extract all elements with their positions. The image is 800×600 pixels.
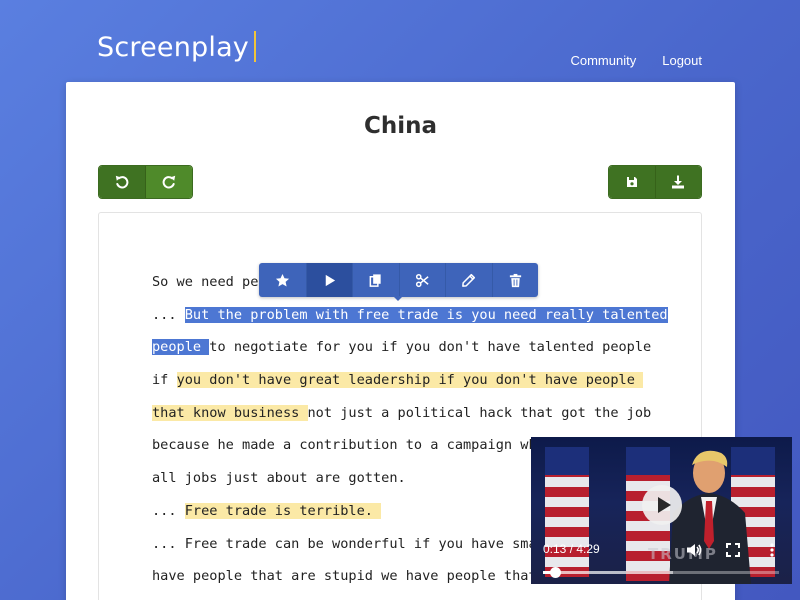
history-button-group <box>98 165 193 199</box>
transcript-segment: because he made a contribution to a camp… <box>152 437 562 454</box>
video-seek-bar[interactable] <box>543 567 779 578</box>
transcript-segment: not just a political hack that got the j… <box>307 404 652 421</box>
edit-button[interactable] <box>445 263 492 297</box>
video-player[interactable]: TRUMP 0:13 / 4:29 <box>531 437 792 584</box>
highlighted-text[interactable]: you don't have great leadership if you d… <box>176 372 644 389</box>
cut-button[interactable] <box>398 263 446 297</box>
transcript-line: if you don't have great leadership if yo… <box>152 364 652 397</box>
star-button[interactable] <box>259 263 306 297</box>
selected-text[interactable]: But the problem with free trade is you n… <box>184 306 668 323</box>
transcript-line: that know business not just a political … <box>152 397 652 430</box>
video-seek-handle[interactable] <box>549 567 561 578</box>
redo-icon <box>162 175 176 189</box>
app-logo[interactable]: Screenplay <box>97 30 256 66</box>
undo-icon <box>115 175 129 189</box>
video-play-button[interactable] <box>642 485 682 525</box>
document-title: China <box>363 113 438 139</box>
logo-cursor-mark <box>254 31 256 62</box>
transcript-segment: to negotiate for you if you don't have t… <box>209 339 652 356</box>
top-nav: Community Logout <box>570 53 702 68</box>
transcript-line: ... But the problem with free trade is y… <box>152 299 668 332</box>
fullscreen-icon[interactable] <box>725 542 741 558</box>
highlighted-text[interactable]: that know business <box>152 404 308 421</box>
nav-logout-link[interactable]: Logout <box>662 53 702 68</box>
nav-community-link[interactable]: Community <box>570 53 636 68</box>
redo-button[interactable] <box>145 166 192 198</box>
play-icon <box>325 274 335 286</box>
video-time: 0:13 / 4:29 <box>543 542 600 556</box>
flag-image <box>545 447 589 577</box>
transcript-segment: So we need peo <box>152 274 267 290</box>
download-button[interactable] <box>654 166 701 198</box>
selection-toolbar <box>259 263 538 297</box>
volume-icon[interactable] <box>686 542 702 558</box>
undo-button[interactable] <box>99 166 145 198</box>
video-overlay-text: TRUMP <box>648 545 718 563</box>
more-options-icon[interactable] <box>764 542 780 558</box>
transcript-segment: ... <box>152 306 185 323</box>
play-button[interactable] <box>305 263 352 297</box>
transcript-segment: if <box>152 372 177 389</box>
scissors-icon <box>415 273 429 287</box>
save-button[interactable] <box>609 166 655 198</box>
app-logo-text: Screenplay <box>97 32 249 63</box>
toolbar-pointer <box>393 296 403 301</box>
download-icon <box>672 175 685 189</box>
selected-text[interactable]: people <box>152 339 210 356</box>
copy-icon <box>369 273 381 287</box>
pencil-icon <box>462 273 476 287</box>
file-button-group <box>608 165 702 199</box>
transcript-segment: all jobs just about are gotten. <box>152 470 406 487</box>
star-icon <box>275 273 289 286</box>
delete-button[interactable] <box>491 263 539 297</box>
transcript-segment: have people that are stupid we have peop… <box>152 568 554 585</box>
trash-icon <box>509 273 521 287</box>
video-buffer-fill <box>543 571 673 574</box>
transcript-line: people to negotiate for you if you don't… <box>152 331 652 364</box>
transcript-segment: ... <box>152 502 185 519</box>
highlighted-text[interactable]: Free trade is terrible. <box>184 502 382 519</box>
copy-button[interactable] <box>352 263 399 297</box>
save-icon <box>626 177 637 187</box>
transcript-segment: ... Free trade can be wonderful if you h… <box>152 535 554 552</box>
